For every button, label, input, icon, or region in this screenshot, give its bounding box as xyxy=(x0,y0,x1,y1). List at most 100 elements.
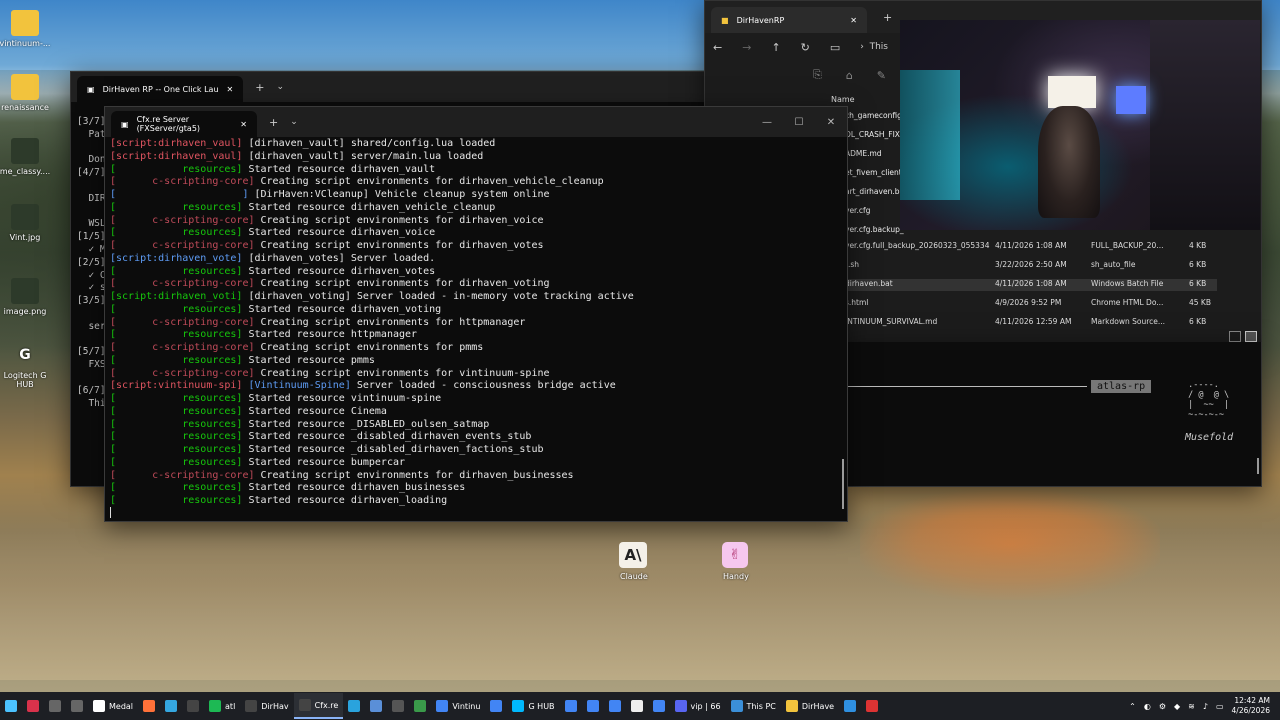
clock-time: 12:42 AM xyxy=(1234,696,1270,705)
file-row[interactable]: t.sh 3/22/2026 2:50 AM sh_auto_file 6 KB xyxy=(845,260,1217,272)
file-row[interactable]: INTINUUM_SURVIVAL.md 4/11/2026 12:59 AM Ma… xyxy=(845,317,1217,329)
log-line: [ resources] Started resource bumpercar xyxy=(110,457,833,470)
file-date: 3/22/2026 2:50 AM xyxy=(995,260,1067,269)
taskbar-button[interactable] xyxy=(582,693,604,719)
file-name[interactable]: et_fivem_client xyxy=(845,168,902,177)
taskbar-button[interactable] xyxy=(138,693,160,719)
file-row[interactable]: ver.cfg.full_backup_20260323_055334 4/11/… xyxy=(845,241,1217,253)
new-tab-button[interactable]: + xyxy=(883,11,892,24)
close-button[interactable]: ✕ xyxy=(815,117,847,128)
clock[interactable]: 12:42 AM 4/26/2026 xyxy=(1232,696,1270,716)
new-tab-button[interactable]: + xyxy=(255,81,264,94)
new-tab-button[interactable]: + xyxy=(269,116,278,129)
file-name[interactable]: ver.cfg xyxy=(845,206,870,215)
handy-icon[interactable]: ✌ xyxy=(722,542,748,568)
copy-icon[interactable]: ⎘ xyxy=(813,68,822,82)
file-name[interactable]: OL_CRASH_FIX xyxy=(845,130,900,139)
log-segment: Started resource dirhaven_businesses xyxy=(248,482,466,494)
taskbar-button[interactable] xyxy=(560,693,582,719)
taskbar-button[interactable]: Medal xyxy=(88,693,138,719)
desktop-icon[interactable]: Vint.jpg xyxy=(0,204,55,242)
forward-arrow-icon[interactable]: → xyxy=(742,41,751,54)
close-icon[interactable]: ✕ xyxy=(240,120,247,129)
taskbar-button[interactable] xyxy=(66,693,88,719)
taskbar-button[interactable]: atl xyxy=(204,693,240,719)
taskbar-button[interactable] xyxy=(0,693,22,719)
desktop-icon[interactable]: image.png xyxy=(0,278,55,316)
desktop-icon[interactable]: G Logitech G HUB xyxy=(0,342,55,389)
wifi-icon[interactable]: ≋ xyxy=(1188,702,1195,711)
details-view-icon[interactable] xyxy=(1229,331,1241,342)
taskbar-button[interactable] xyxy=(387,693,409,719)
battery-icon[interactable]: ▭ xyxy=(1216,702,1224,711)
claude-icon[interactable]: A\ xyxy=(619,542,647,568)
chevron-up-icon[interactable]: ⌃ xyxy=(1129,702,1136,711)
log-segment: [ resources] xyxy=(110,418,249,430)
taskbar-button[interactable] xyxy=(22,693,44,719)
taskbar-button[interactable] xyxy=(365,693,387,719)
log-segment: [ c-scripting-core] xyxy=(110,316,261,328)
file-type: Windows Batch File xyxy=(1091,279,1164,288)
minimize-button[interactable]: — xyxy=(751,117,783,128)
file-name[interactable]: ver.cfg.backup_ xyxy=(845,225,904,234)
taskbar-button[interactable]: Vintinu xyxy=(431,693,485,719)
monitor-icon[interactable]: ▭ xyxy=(830,41,840,54)
tray-app-icon[interactable]: ◆ xyxy=(1174,702,1180,711)
console-window-atlas[interactable]: atlas-rp .----. / @ @ \ | ~~ | ~-~-~-~ M… xyxy=(846,342,1262,487)
refresh-icon[interactable]: ↻ xyxy=(801,41,810,54)
taskbar-button[interactable] xyxy=(160,693,182,719)
taskbar-button[interactable] xyxy=(604,693,626,719)
terminal-tab[interactable]: ▣ Cfx.re Server (FXServer/gta5) ✕ xyxy=(111,111,257,137)
taskbar-button[interactable] xyxy=(485,693,507,719)
name-column-header[interactable]: Name xyxy=(831,95,855,104)
system-tray: ⌃ ◐ ⚙ ◆ ≋ ♪ ▭ 12:42 AM 4/26/2026 xyxy=(1129,696,1280,716)
console-scrollbar[interactable] xyxy=(1257,458,1259,474)
file-name[interactable]: ADME.md xyxy=(845,149,882,158)
taskbar-button[interactable] xyxy=(839,693,861,719)
close-icon[interactable]: ✕ xyxy=(227,85,234,94)
chevron-down-icon[interactable]: ⌄ xyxy=(290,117,298,127)
desktop-icon-label: image.png xyxy=(3,307,47,316)
file-name[interactable]: art_dirhaven.ba xyxy=(845,187,904,196)
desktop-icon[interactable]: me_classy.... xyxy=(0,138,55,176)
terminal-window-cfx[interactable]: ▣ Cfx.re Server (FXServer/gta5) ✕ + ⌄ — … xyxy=(104,106,848,522)
terminal-line: [3/5] xyxy=(77,295,106,307)
log-segment: Creating script environments for dirhave… xyxy=(260,214,544,226)
taskbar-button[interactable]: vip | 66 xyxy=(670,693,726,719)
taskbar-button[interactable] xyxy=(861,693,883,719)
desktop-icon[interactable]: vintinuum-... xyxy=(0,10,55,48)
file-row[interactable]: s.html 4/9/2026 9:52 PM Chrome HTML Do... 4… xyxy=(845,298,1217,310)
rename-icon[interactable]: ✎ xyxy=(877,69,886,82)
chevron-down-icon[interactable]: ⌄ xyxy=(276,82,284,92)
taskbar-button[interactable] xyxy=(182,693,204,719)
terminal-tab[interactable]: ▣ DirHaven RP -- One Click Lau ✕ xyxy=(77,76,244,102)
file-row[interactable]: dirhaven.bat 4/11/2026 1:08 AM Windows Bat… xyxy=(845,279,1217,291)
taskbar-button[interactable]: G HUB xyxy=(507,693,559,719)
taskbar-button[interactable] xyxy=(409,693,431,719)
paste-icon[interactable]: ⌂ xyxy=(846,69,853,82)
taskbar-button[interactable]: Cfx.re xyxy=(293,693,344,719)
terminal-icon: ▣ xyxy=(121,119,129,129)
taskbar-button[interactable] xyxy=(343,693,365,719)
tray-app-icon[interactable]: ⚙ xyxy=(1159,702,1166,711)
address-bar[interactable]: › This xyxy=(860,42,888,52)
maximize-button[interactable]: ☐ xyxy=(783,117,815,128)
log-segment: [ resources] xyxy=(110,354,249,366)
explorer-tab[interactable]: ■ DirHavenRP ✕ xyxy=(711,7,867,33)
log-line: [ c-scripting-core] Creating script envi… xyxy=(110,470,833,483)
taskbar-button[interactable]: This PC xyxy=(726,693,781,719)
taskbar-button[interactable]: DirHave xyxy=(781,693,839,719)
back-arrow-icon[interactable]: ← xyxy=(713,41,722,54)
volume-icon[interactable]: ♪ xyxy=(1203,702,1208,711)
taskbar-button[interactable] xyxy=(626,693,648,719)
desktop-icon[interactable]: renaissance xyxy=(0,74,55,112)
taskbar-button[interactable]: DirHav xyxy=(240,693,293,719)
taskbar-button[interactable] xyxy=(44,693,66,719)
tiles-view-icon[interactable] xyxy=(1245,331,1257,342)
terminal-scrollbar[interactable] xyxy=(842,459,844,509)
file-name[interactable]: ch_gameconfig xyxy=(845,111,902,120)
up-arrow-icon[interactable]: ↑ xyxy=(771,41,780,54)
close-icon[interactable]: ✕ xyxy=(850,16,857,25)
tray-app-icon[interactable]: ◐ xyxy=(1144,702,1151,711)
taskbar-button[interactable] xyxy=(648,693,670,719)
